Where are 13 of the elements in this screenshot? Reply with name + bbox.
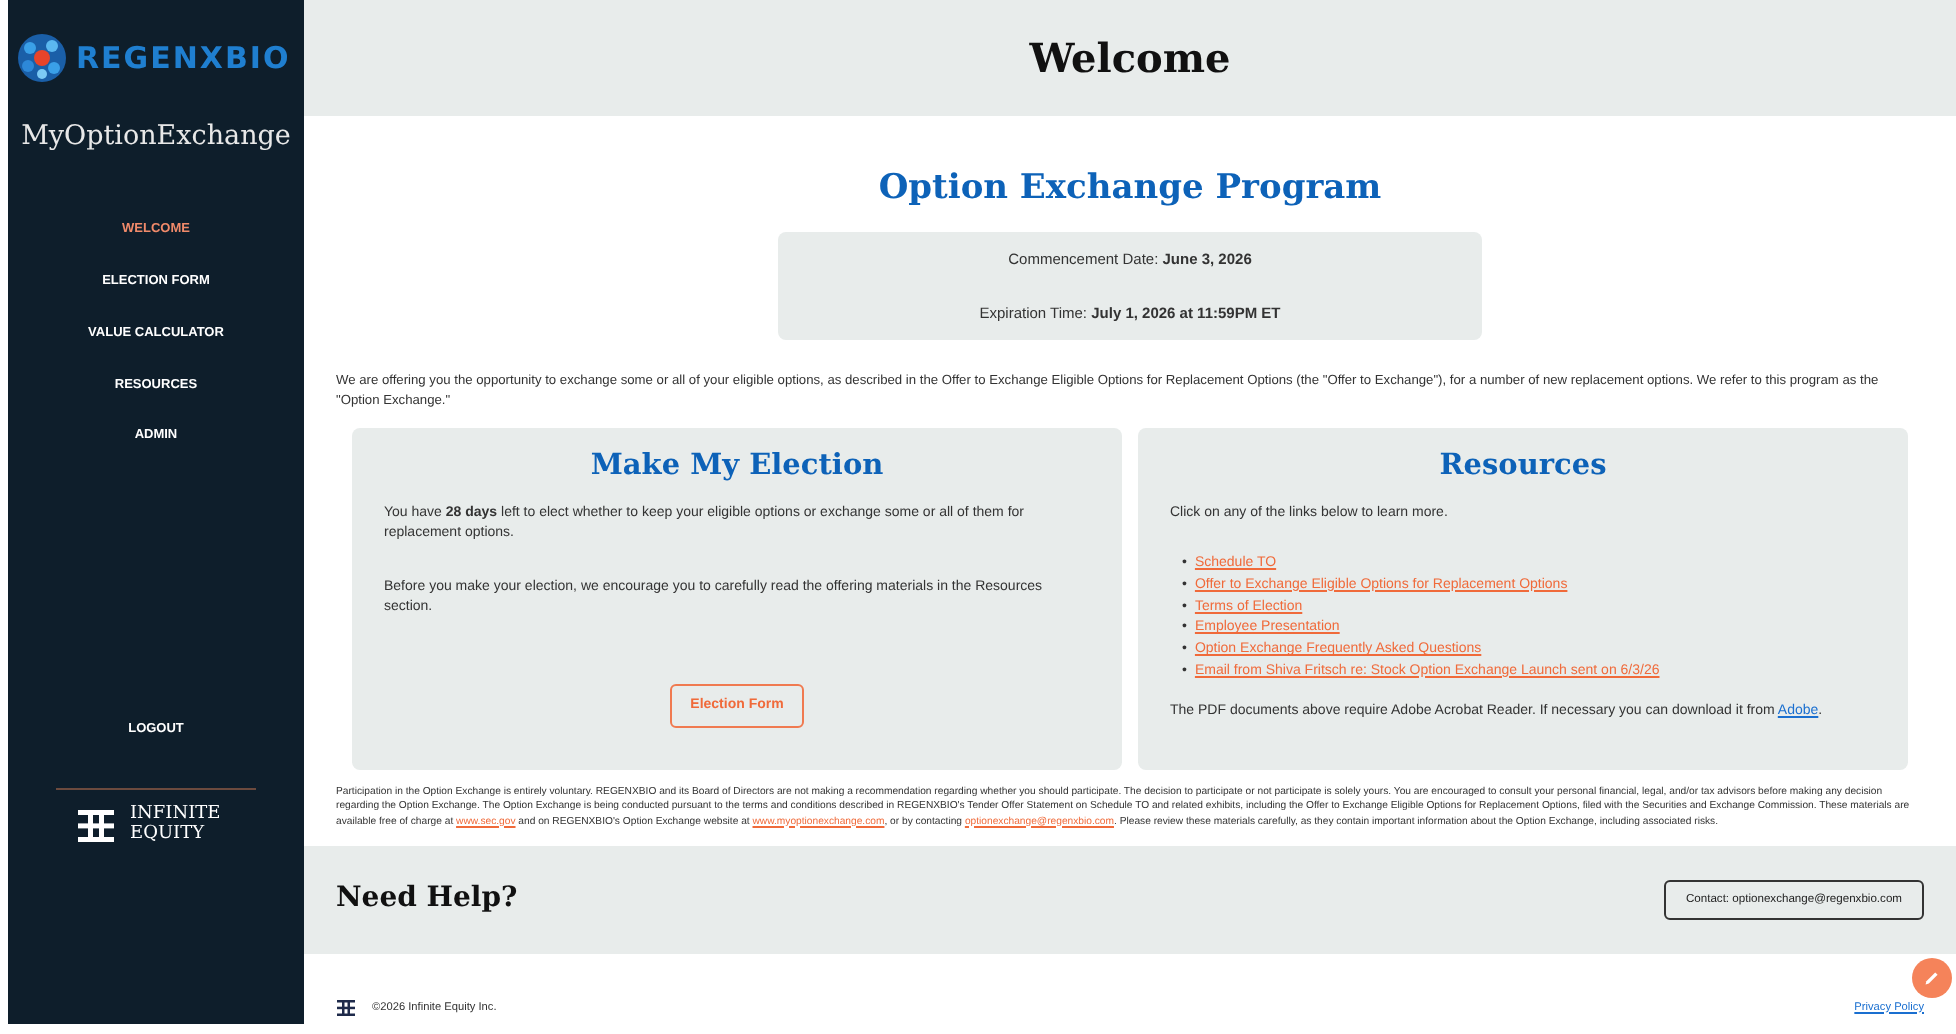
card-title: Resources [1437,445,1609,486]
pencil-icon [1924,968,1940,988]
page-title: Welcome [1029,32,1231,86]
logo-sphere-icon [16,32,68,84]
help-title: Need Help? [336,880,518,919]
program-title: Option Exchange Program [876,166,1384,212]
brand-name: INFINITE EQUITY [130,805,223,846]
brand-logo-icon [78,809,114,842]
logo-text: REGENXBIO [76,37,291,80]
card-title: Make My Election [588,445,886,486]
app-title: MyOptionExchange [21,118,291,156]
edit-button[interactable] [1912,958,1952,998]
brand-logo-icon [336,999,356,1016]
